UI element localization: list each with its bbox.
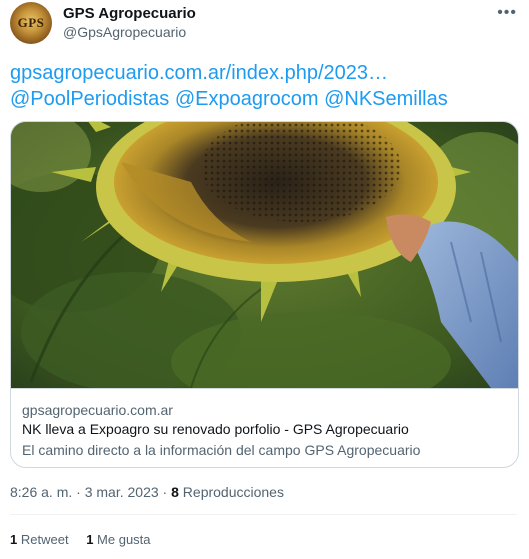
author-handle[interactable]: @GpsAgropecuario [63,24,186,40]
engagement-stats: 1 Retweet 1 Me gusta [10,532,165,547]
author-display-name[interactable]: GPS Agropecuario [63,5,196,22]
link-preview-card[interactable]: gpsagropecuario.com.ar NK lleva a Expoag… [10,121,519,468]
retweets-label: Retweet [20,532,69,547]
card-title[interactable]: NK lleva a Expoagro su renovado porfolio… [22,421,409,437]
meta-separator: · [76,484,81,500]
likes-stat[interactable]: 1 Me gusta [86,532,150,547]
tweet-link[interactable]: gpsagropecuario.com.ar/index.php/2023… [10,60,520,86]
divider [10,514,517,515]
views-label: Reproducciones [182,484,284,500]
avatar[interactable]: GPS [10,2,52,44]
tweet-mentions[interactable]: @PoolPeriodistas @Expoagrocom @NKSemilla… [10,86,520,112]
likes-count: 1 [86,532,94,547]
views-count: 8 [171,484,179,500]
card-description: El camino directo a la información del c… [22,442,421,458]
retweets-stat[interactable]: 1 Retweet [10,532,69,547]
card-domain: gpsagropecuario.com.ar [22,402,173,418]
tweet-time[interactable]: 8:26 a. m. [10,484,72,500]
tweet-text: gpsagropecuario.com.ar/index.php/2023… @… [10,60,520,112]
likes-label: Me gusta [97,532,151,547]
tweet-meta: 8:26 a. m. · 3 mar. 2023 · 8 Reproduccio… [10,484,284,500]
retweets-count: 1 [10,532,18,547]
tweet-date[interactable]: 3 mar. 2023 [85,484,159,500]
more-options-icon[interactable]: ••• [497,4,517,22]
card-info: gpsagropecuario.com.ar NK lleva a Expoag… [11,388,518,467]
avatar-logo-text: GPS [17,15,45,30]
card-image-sunflower [11,122,518,388]
meta-separator: · [162,484,168,500]
